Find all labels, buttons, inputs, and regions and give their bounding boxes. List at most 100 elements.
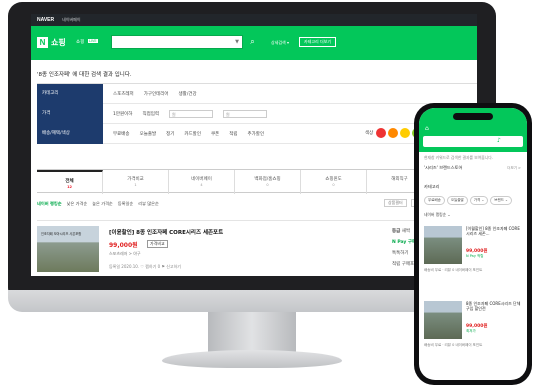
phone-product-image[interactable]	[424, 226, 462, 264]
phone-category-label: 카테고리	[424, 184, 440, 189]
sort-option-active[interactable]: 네이버 랭킹순	[37, 201, 62, 207]
phone-brandstore[interactable]: '시리즈' 브랜드스토어	[424, 165, 462, 171]
category-option[interactable]: 생활/건강	[179, 91, 197, 97]
benefit-option[interactable]: 추가할인	[248, 131, 265, 137]
filter-row-benefit: 배송/혜택/색상 무료배송 오늘출발 정기 카드할인 쿠폰 적립 추가할인 색상	[37, 124, 477, 144]
filter-row-category: 카테고리 스포츠레저 가구인테리어 생활/건강	[37, 84, 477, 104]
phone-screen: ⌂ ♪ 현재창 키워드로 검색한 결과를 보여줍니다. '시리즈' 브랜드스토어…	[419, 108, 527, 380]
category-option[interactable]: 스포츠레저	[113, 91, 134, 97]
color-swatch[interactable]	[388, 128, 398, 138]
naverpay-link[interactable]: 네이버페이	[62, 17, 80, 23]
phone-product-card[interactable]: [이월할인] 8종 인조자페 CORE시리즈 세존... 99,000원 N P…	[424, 221, 522, 283]
tab-count: 0	[266, 183, 269, 187]
naver-n-icon[interactable]: N	[37, 37, 48, 48]
filter-label-category: 카테고리	[37, 84, 103, 104]
filter-label-price: 가격	[37, 104, 103, 124]
sort-option[interactable]: 등록일순	[118, 201, 133, 207]
product-title[interactable]: [이윤할인] 8종 인조자페 CORE시리즈 세존포트	[109, 228, 223, 236]
dropdown-caret-icon[interactable]: ▼	[235, 39, 239, 45]
monitor-screen: NAVER 네이버페이 N 쇼핑 쇼핑 LIVE ▼ ⌕ 상세검색 ▾ 카테고리…	[31, 14, 477, 276]
smartphone: ⌂ ♪ 현재창 키워드로 검색한 결과를 보여줍니다. '시리즈' 브랜드스토어…	[414, 103, 532, 385]
price-min-input[interactable]: 원	[169, 110, 213, 118]
phone-sort-select[interactable]: 네이버 랭킹순 ⌄	[424, 212, 451, 218]
filter-chip[interactable]: 오늘출발	[446, 196, 468, 205]
phone-header: ⌂ ♪	[419, 108, 527, 152]
monitor-stand-neck	[208, 312, 296, 352]
phone-product-title[interactable]: [이월할인] 8종 인조자페 CORE시리즈 세존...	[466, 226, 522, 236]
naver-logo[interactable]: NAVER	[37, 17, 54, 23]
search-input[interactable]: ▼	[111, 35, 243, 49]
tab-count: 4	[200, 183, 203, 187]
phone-filter-chips: 무료배송 오늘출발 가격 ⌄ 브랜드 ⌄	[424, 196, 512, 205]
result-tabs: 전체 12 가격비교 1 네이버페이 4 백화점/홈쇼핑 0 쇼핑윈도 0 해외직구	[37, 169, 477, 194]
color-label: 색상	[365, 131, 374, 136]
tab-label: 네이버페이	[191, 177, 212, 182]
result-tab[interactable]: 백화점/홈쇼핑 0	[235, 170, 301, 194]
phone-product-card[interactable]: 8종 인조자페 CORE시리즈 단체구입 할인전 99,000원 최저가 배송비…	[424, 296, 522, 358]
color-swatch[interactable]	[376, 128, 386, 138]
filter-chip[interactable]: 가격 ⌄	[469, 196, 489, 205]
result-tab[interactable]: 네이버페이 4	[169, 170, 235, 194]
grade-value: 새싹	[401, 229, 410, 234]
sort-option[interactable]: 리뷰 많은순	[138, 201, 159, 207]
thumbnail-caption: 인조자페 모아시리즈 사은포함	[41, 232, 82, 236]
product-price: 99,000원	[109, 242, 138, 249]
sort-option[interactable]: 높은 가격순	[92, 201, 113, 207]
phone-product-sub: 배송비 무료 · 리뷰 0 네이버페이 포인트	[424, 268, 483, 272]
benefit-option[interactable]: 카드할인	[184, 131, 201, 137]
tab-count: 12	[67, 185, 72, 189]
phone-info-text: 현재창 키워드로 검색한 결과를 보여줍니다.	[424, 155, 493, 160]
naver-topbar: NAVER 네이버페이	[31, 14, 477, 26]
mic-icon[interactable]: ♪	[497, 137, 501, 144]
sort-option[interactable]: 낮은 가격순	[67, 201, 88, 207]
tab-count: 0	[332, 183, 335, 187]
tab-label: 전체	[65, 179, 74, 184]
color-swatch[interactable]	[400, 128, 410, 138]
phone-more-link[interactable]: 더보기 >	[507, 166, 521, 171]
price-option[interactable]: 직접입력	[142, 111, 159, 117]
product-category[interactable]: 스포츠레저 > 야구	[109, 251, 141, 257]
tab-label: 가격비교	[127, 177, 144, 182]
tab-label: 해외직구	[391, 177, 408, 182]
result-tab[interactable]: 가격비교 1	[103, 170, 169, 194]
phone-notch	[453, 113, 493, 120]
benefit-option[interactable]: 쿠폰	[211, 131, 219, 137]
price-max-input[interactable]: 원	[223, 110, 267, 118]
price-option[interactable]: 1만원이하	[113, 111, 132, 117]
shopping-live-link[interactable]: 쇼핑	[76, 39, 84, 45]
monitor-stand-base	[162, 350, 342, 368]
tab-label: 백화점/홈쇼핑	[254, 177, 281, 182]
shopping-title[interactable]: 쇼핑	[51, 37, 66, 48]
category-option[interactable]: 가구인테리어	[144, 91, 169, 97]
live-badge: LIVE	[88, 39, 98, 43]
detail-search-button[interactable]: 상세검색 ▾	[271, 40, 289, 46]
benefit-option[interactable]: 적립	[229, 131, 237, 137]
phone-product-badge: N Pay 적립	[466, 254, 484, 258]
home-icon[interactable]: ⌂	[425, 125, 429, 132]
product-composite: NAVER 네이버페이 N 쇼핑 쇼핑 LIVE ▼ ⌕ 상세검색 ▾ 카테고리…	[0, 0, 536, 386]
benefit-option[interactable]: 오늘출발	[140, 131, 157, 137]
phone-product-image[interactable]	[424, 301, 462, 339]
product-filter-select[interactable]: 상품필터	[383, 199, 407, 207]
product-thumbnail[interactable]: 인조자페 모아시리즈 사은포함	[37, 226, 99, 272]
tab-label: 쇼핑윈도	[325, 177, 342, 182]
grade-label: 등급	[392, 229, 401, 234]
benefit-option[interactable]: 정기	[166, 131, 174, 137]
shopping-header: N 쇼핑 쇼핑 LIVE ▼ ⌕ 상세검색 ▾ 카테고리 더보기	[31, 26, 477, 60]
price-compare-badge[interactable]: 가격비교	[147, 240, 168, 248]
result-tab[interactable]: 전체 12	[37, 170, 103, 194]
product-meta[interactable]: 등록일 2020.10. ♡ 찜하기 0 ⚑ 신고하기	[109, 264, 181, 270]
phone-product-title[interactable]: 8종 인조자페 CORE시리즈 단체구입 할인전	[466, 301, 522, 311]
benefit-option[interactable]: 무료배송	[113, 131, 130, 137]
tab-count: 1	[134, 183, 137, 187]
filter-label-benefit: 배송/혜택/색상	[37, 124, 103, 144]
phone-search-input[interactable]	[423, 136, 523, 147]
result-tab[interactable]: 쇼핑윈도 0	[301, 170, 367, 194]
product-item[interactable]: 인조자페 모아시리즈 사은포함 [이윤할인] 8종 인조자페 CORE시리즈 세…	[37, 220, 477, 276]
filter-panel: 카테고리 스포츠레저 가구인테리어 생활/건강 가격 1만원이하 직접입력 원 …	[37, 83, 477, 144]
filter-chip[interactable]: 무료배송	[424, 196, 445, 205]
search-icon[interactable]: ⌕	[246, 35, 259, 49]
filter-chip[interactable]: 브랜드 ⌄	[490, 196, 512, 205]
category-more-button[interactable]: 카테고리 더보기	[299, 37, 337, 47]
search-result-message: '8종 인조자페' 에 대한 검색 결과 입니다.	[37, 72, 132, 78]
